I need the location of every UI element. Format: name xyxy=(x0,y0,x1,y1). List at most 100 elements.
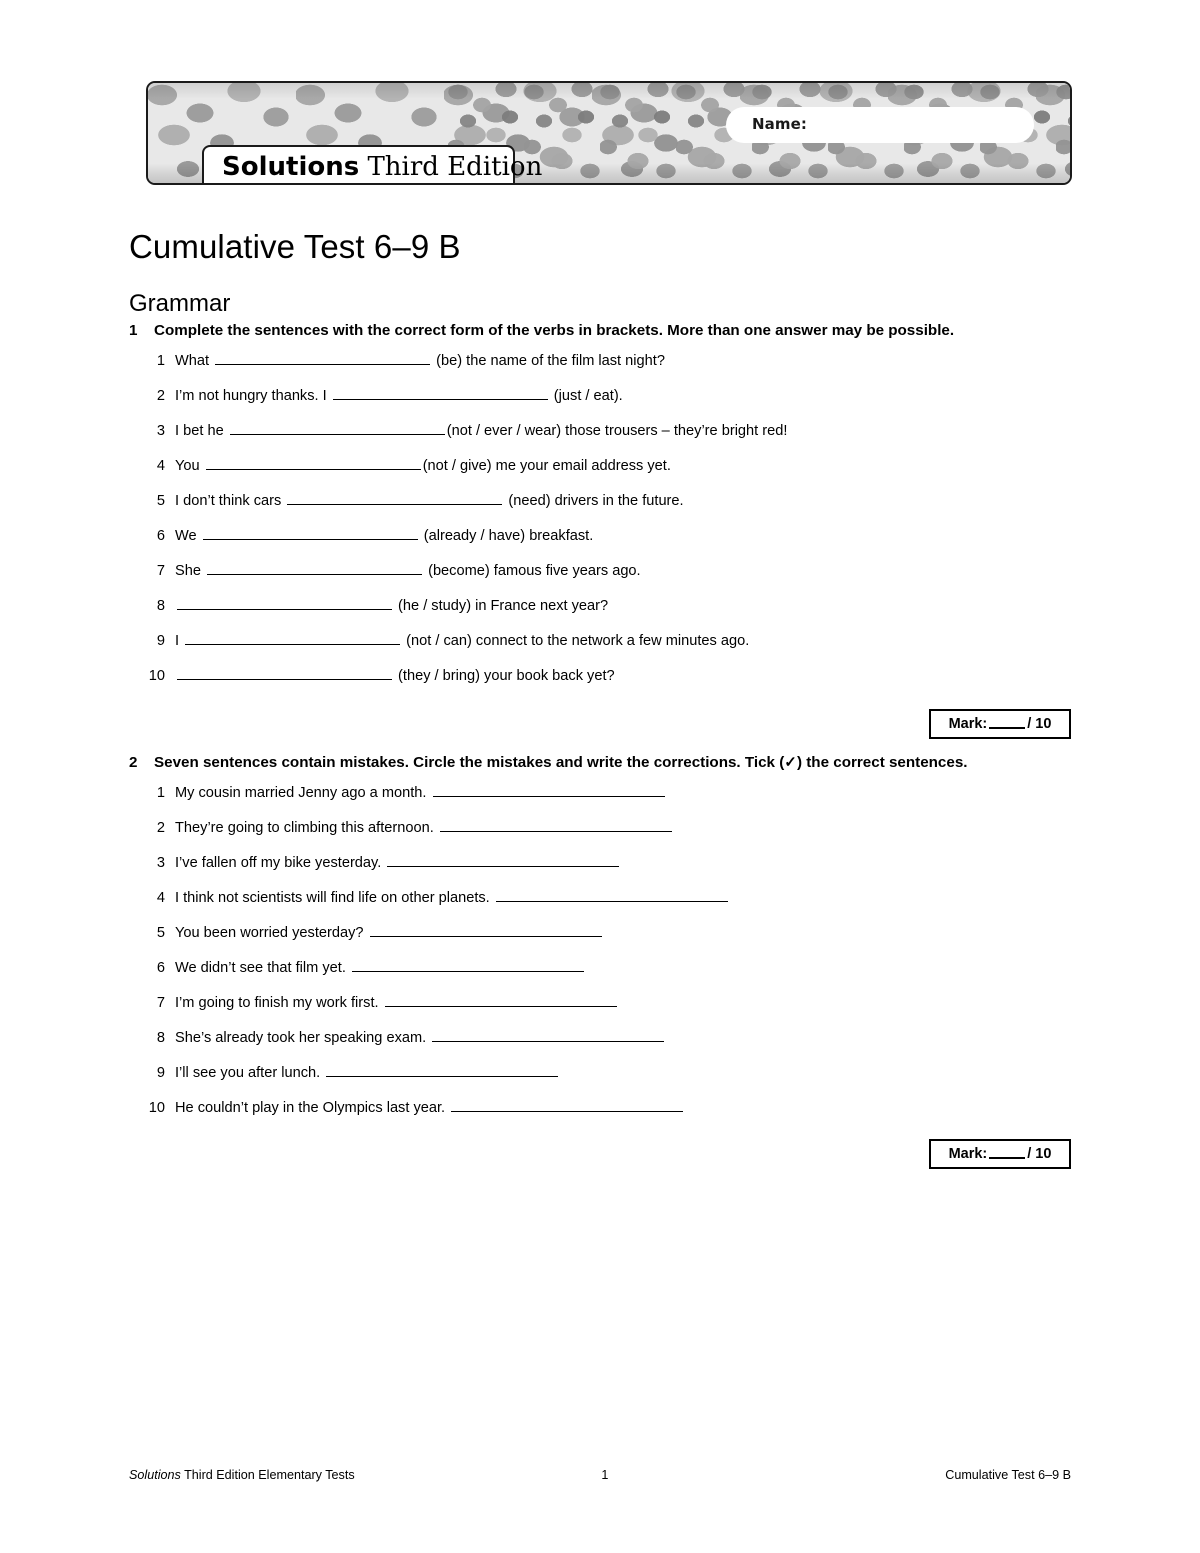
item-number: 1 xyxy=(156,353,165,369)
item-text-after-blank: (not / give) me your email address yet. xyxy=(422,458,671,474)
item-text: (they / bring) your book back yet? xyxy=(175,665,1071,686)
item-number: 10 xyxy=(148,1100,165,1116)
item-text-before-blank: I’ve fallen off my bike yesterday. xyxy=(175,855,386,871)
exercise-1-item: 7 She (become) famous five years ago. xyxy=(129,560,1071,581)
header-banner: Name: Solutions Third Edition xyxy=(146,81,1072,185)
answer-blank[interactable] xyxy=(495,887,728,902)
exercise-1-item: 1 What (be) the name of the film last nig… xyxy=(129,350,1071,371)
exercise-2-heading: 2 Seven sentences contain mistakes. Circ… xyxy=(129,752,1071,773)
answer-blank[interactable] xyxy=(351,957,584,972)
answer-blank[interactable] xyxy=(177,665,392,680)
item-text: You been worried yesterday? xyxy=(175,922,1071,943)
answer-blank[interactable] xyxy=(332,385,548,400)
item-text-after-blank: (not / can) connect to the network a few… xyxy=(402,633,750,649)
logo-edition-text: Third Edition xyxy=(359,152,543,182)
item-text-before-blank: What xyxy=(175,353,214,369)
page-footer: Solutions Third Edition Elementary Tests… xyxy=(129,1468,1071,1482)
item-number: 4 xyxy=(156,458,165,474)
exercise-1-item: 5 I don’t think cars (need) drivers in th… xyxy=(129,490,1071,511)
exercise-2-item: 10 He couldn’t play in the Olympics last … xyxy=(129,1097,1071,1118)
exercise-2-item: 3 I’ve fallen off my bike yesterday. xyxy=(129,852,1071,873)
exercise-2-items: 1 My cousin married Jenny ago a month. 2T… xyxy=(129,782,1071,1118)
answer-blank[interactable] xyxy=(229,420,445,435)
item-text: I’m not hungry thanks. I (just / eat). xyxy=(175,385,1071,406)
item-number: 5 xyxy=(156,493,165,509)
exercise-1-item: 9I (not / can) connect to the network a … xyxy=(129,630,1071,651)
solutions-logo-tab: Solutions Third Edition xyxy=(202,145,542,183)
item-text: She’s already took her speaking exam. xyxy=(175,1027,1071,1048)
exercise-1: 1 Complete the sentences with the correc… xyxy=(129,320,1071,700)
mark-box-exercise-1: Mark: / 10 xyxy=(929,709,1071,739)
item-text: I don’t think cars (need) drivers in the… xyxy=(175,490,1071,511)
item-text-before-blank: My cousin married Jenny ago a month. xyxy=(175,785,431,801)
item-text-after-blank: (be) the name of the film last night? xyxy=(432,353,665,369)
answer-blank[interactable] xyxy=(207,560,423,575)
solutions-logo-text: Solutions Third Edition xyxy=(222,152,542,182)
footer-right: Cumulative Test 6–9 B xyxy=(945,1468,1071,1482)
answer-blank[interactable] xyxy=(384,992,617,1007)
item-number: 1 xyxy=(156,785,165,801)
item-number: 9 xyxy=(156,633,165,649)
item-text-before-blank: I don’t think cars xyxy=(175,493,286,509)
exercise-2-item: 7 I’m going to finish my work first. xyxy=(129,992,1071,1013)
item-text-before-blank: I’m going to finish my work first. xyxy=(175,995,383,1011)
item-text: She (become) famous five years ago. xyxy=(175,560,1071,581)
answer-blank[interactable] xyxy=(215,350,431,365)
logo-bold-word: Solutions xyxy=(222,152,360,182)
answer-blank[interactable] xyxy=(326,1062,559,1077)
item-text-after-blank: (need) drivers in the future. xyxy=(504,493,684,509)
item-text: What (be) the name of the film last nigh… xyxy=(175,350,1071,371)
item-text-before-blank: She’s already took her speaking exam. xyxy=(175,1030,431,1046)
mark-blank-1[interactable] xyxy=(989,715,1026,729)
item-number: 4 xyxy=(156,890,165,906)
item-text: You (not / give) me your email address y… xyxy=(175,455,1071,476)
footer-left-italic: Solutions xyxy=(129,1468,181,1482)
exercise-2-number: 2 xyxy=(129,754,138,771)
answer-blank[interactable] xyxy=(205,455,421,470)
item-text-before-blank: I’m not hungry thanks. I xyxy=(175,388,331,404)
item-text-before-blank: She xyxy=(175,563,206,579)
item-text-after-blank: (become) famous five years ago. xyxy=(424,563,641,579)
answer-blank[interactable] xyxy=(202,525,418,540)
item-number: 2 xyxy=(156,820,165,836)
item-text-after-blank: (not / ever / wear) those trousers – the… xyxy=(446,423,788,439)
answer-blank[interactable] xyxy=(387,852,620,867)
answer-blank[interactable] xyxy=(177,595,392,610)
item-number: 9 xyxy=(156,1065,165,1081)
item-text: He couldn’t play in the Olympics last ye… xyxy=(175,1097,1071,1118)
exercise-2-item: 6 We didn’t see that film yet. xyxy=(129,957,1071,978)
exercise-1-item: 10 (they / bring) your book back yet? xyxy=(129,665,1071,686)
item-number: 3 xyxy=(156,423,165,439)
item-text-before-blank: I xyxy=(175,633,184,649)
answer-blank[interactable] xyxy=(439,817,672,832)
exercise-2: 2 Seven sentences contain mistakes. Circ… xyxy=(129,752,1071,1132)
exercise-1-number: 1 xyxy=(129,322,138,339)
mark-total-1: / 10 xyxy=(1027,716,1052,732)
answer-blank[interactable] xyxy=(185,630,401,645)
item-text-before-blank: We didn’t see that film yet. xyxy=(175,960,350,976)
item-number: 8 xyxy=(156,1030,165,1046)
answer-blank[interactable] xyxy=(369,922,602,937)
answer-blank[interactable] xyxy=(432,1027,665,1042)
answer-blank[interactable] xyxy=(432,782,665,797)
item-text-before-blank: You xyxy=(175,458,204,474)
answer-blank[interactable] xyxy=(287,490,503,505)
item-text: I’ve fallen off my bike yesterday. xyxy=(175,852,1071,873)
section-title: Grammar xyxy=(129,289,231,317)
item-number: 2 xyxy=(156,388,165,404)
item-text-after-blank: (they / bring) your book back yet? xyxy=(394,668,615,684)
item-text: We (already / have) breakfast. xyxy=(175,525,1071,546)
mark-box-1-text: Mark: / 10 xyxy=(931,711,1069,737)
answer-blank[interactable] xyxy=(451,1097,684,1112)
item-text: I’ll see you after lunch. xyxy=(175,1062,1071,1083)
item-text-before-blank: You been worried yesterday? xyxy=(175,925,368,941)
mark-box-2-text: Mark: / 10 xyxy=(931,1141,1069,1167)
name-field[interactable]: Name: xyxy=(726,107,1034,143)
item-text-after-blank: (he / study) in France next year? xyxy=(394,598,609,614)
item-text: My cousin married Jenny ago a month. xyxy=(175,782,1071,803)
item-text: I (not / can) connect to the network a f… xyxy=(175,630,1071,651)
item-number: 5 xyxy=(156,925,165,941)
mark-blank-2[interactable] xyxy=(989,1145,1026,1159)
exercise-1-instruction: Complete the sentences with the correct … xyxy=(154,322,955,339)
exercise-1-item: 8 (he / study) in France next year? xyxy=(129,595,1071,616)
